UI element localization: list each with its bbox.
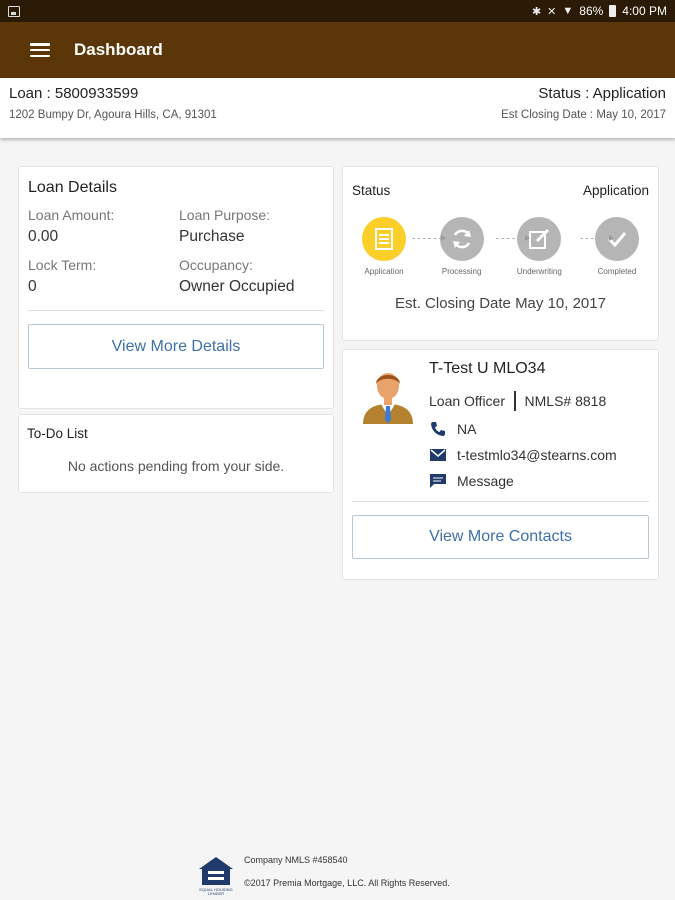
field-value: Purchase <box>179 228 245 245</box>
contact-nmls: NMLS# 8818 <box>524 393 607 409</box>
status-value: Application <box>582 183 649 198</box>
loan-details-title: Loan Details <box>28 179 117 196</box>
divider <box>352 501 649 502</box>
status-title: Status <box>352 183 391 198</box>
occupancy-field: Occupancy: Owner Occupied <box>179 257 329 296</box>
est-closing-date-detail: Est. Closing Date May 10, 2017 <box>395 295 606 312</box>
menu-icon[interactable] <box>30 43 50 57</box>
loan-header: Loan : 5800933599 Status : Application 1… <box>0 78 675 138</box>
loan-purpose-field: Loan Purpose: Purchase <box>179 207 329 246</box>
field-value: 0.00 <box>28 228 59 245</box>
email-row[interactable]: t-testmlo34@stearns.com <box>429 447 617 463</box>
phone-icon <box>429 421 447 437</box>
divider <box>28 310 324 311</box>
loan-details-card: Loan Details Loan Amount: 0.00 Loan Purp… <box>18 166 334 409</box>
field-value: Owner Occupied <box>179 278 295 295</box>
status-stepper: Application Processing Underwriting Comp… <box>352 217 649 276</box>
loan-status-card: Status Application Application Processin… <box>342 166 659 341</box>
todo-list-card: To-Do List No actions pending from your … <box>18 414 334 493</box>
system-status-bar: ✱ ✕ ▼ 86% 4:00 PM <box>0 0 675 22</box>
contact-message-link: Message <box>457 473 514 489</box>
avatar <box>359 366 417 424</box>
step-underwriting: Underwriting <box>507 217 571 276</box>
todo-empty-message: No actions pending from your side. <box>67 458 285 474</box>
wifi-icon: ▼ <box>562 5 574 17</box>
todo-title: To-Do List <box>27 426 88 441</box>
bluetooth-icon: ✱ <box>531 5 542 18</box>
completed-step-icon <box>594 217 639 261</box>
contact-role: Loan Officer <box>429 393 506 409</box>
application-step-icon <box>362 217 406 261</box>
field-label: Loan Purpose: <box>179 207 271 223</box>
est-closing-date: Est Closing Date : May 10, 2017 <box>501 109 666 121</box>
field-label: Loan Amount: <box>28 207 115 223</box>
phone-row[interactable]: NA <box>429 421 617 437</box>
contact-name: T-Test U MLO34 <box>429 360 546 377</box>
email-icon <box>429 447 447 463</box>
clock: 4:00 PM <box>622 4 667 18</box>
property-address: 1202 Bumpy Dr, Agoura Hills, CA, 91301 <box>9 109 217 121</box>
equal-housing-lender-logo: EQUAL HOUSING LENDER <box>197 855 235 896</box>
step-label: Processing <box>441 267 482 276</box>
mute-icon: ✕ <box>547 5 557 18</box>
loan-status: Status : Application <box>538 85 666 102</box>
step-label: Completed <box>597 267 637 276</box>
field-value: 0 <box>28 278 37 295</box>
message-row[interactable]: Message <box>429 473 617 489</box>
contact-email: t-testmlo34@stearns.com <box>457 447 617 463</box>
step-completed: Completed <box>585 217 649 276</box>
contact-phone: NA <box>457 421 477 437</box>
field-label: Occupancy: <box>179 257 253 273</box>
footer: EQUAL HOUSING LENDER Company NMLS #45854… <box>197 855 497 897</box>
company-nmls: Company NMLS #458540 <box>244 855 348 865</box>
lock-term-field: Lock Term: 0 <box>28 257 179 296</box>
step-arrow-icon <box>496 235 530 241</box>
copyright: ©2017 Premia Mortgage, LLC. All Rights R… <box>244 878 450 888</box>
step-arrow-icon <box>412 235 446 241</box>
separator <box>514 391 516 411</box>
view-more-details-button[interactable]: View More Details <box>28 324 324 369</box>
battery-icon <box>609 5 617 17</box>
svg-text:LENDER: LENDER <box>208 891 224 895</box>
loan-amount-field: Loan Amount: 0.00 <box>28 207 179 246</box>
step-arrow-icon <box>580 235 614 241</box>
step-label: Underwriting <box>516 267 562 276</box>
field-label: Lock Term: <box>28 257 97 273</box>
view-more-contacts-button[interactable]: View More Contacts <box>352 515 649 559</box>
step-processing: Processing <box>430 217 494 276</box>
page-title: Dashboard <box>74 40 163 59</box>
message-icon <box>429 473 447 489</box>
processing-step-icon <box>439 217 484 261</box>
image-notification-icon <box>8 5 20 17</box>
underwriting-step-icon <box>517 217 562 261</box>
step-label: Application <box>364 267 404 276</box>
battery-percent: 86% <box>579 4 604 18</box>
step-application: Application <box>352 217 416 276</box>
app-bar: Dashboard <box>0 22 675 78</box>
loan-number: Loan : 5800933599 <box>9 85 139 102</box>
loan-officer-card: T-Test U MLO34 Loan Officer NMLS# 8818 N… <box>342 349 659 580</box>
